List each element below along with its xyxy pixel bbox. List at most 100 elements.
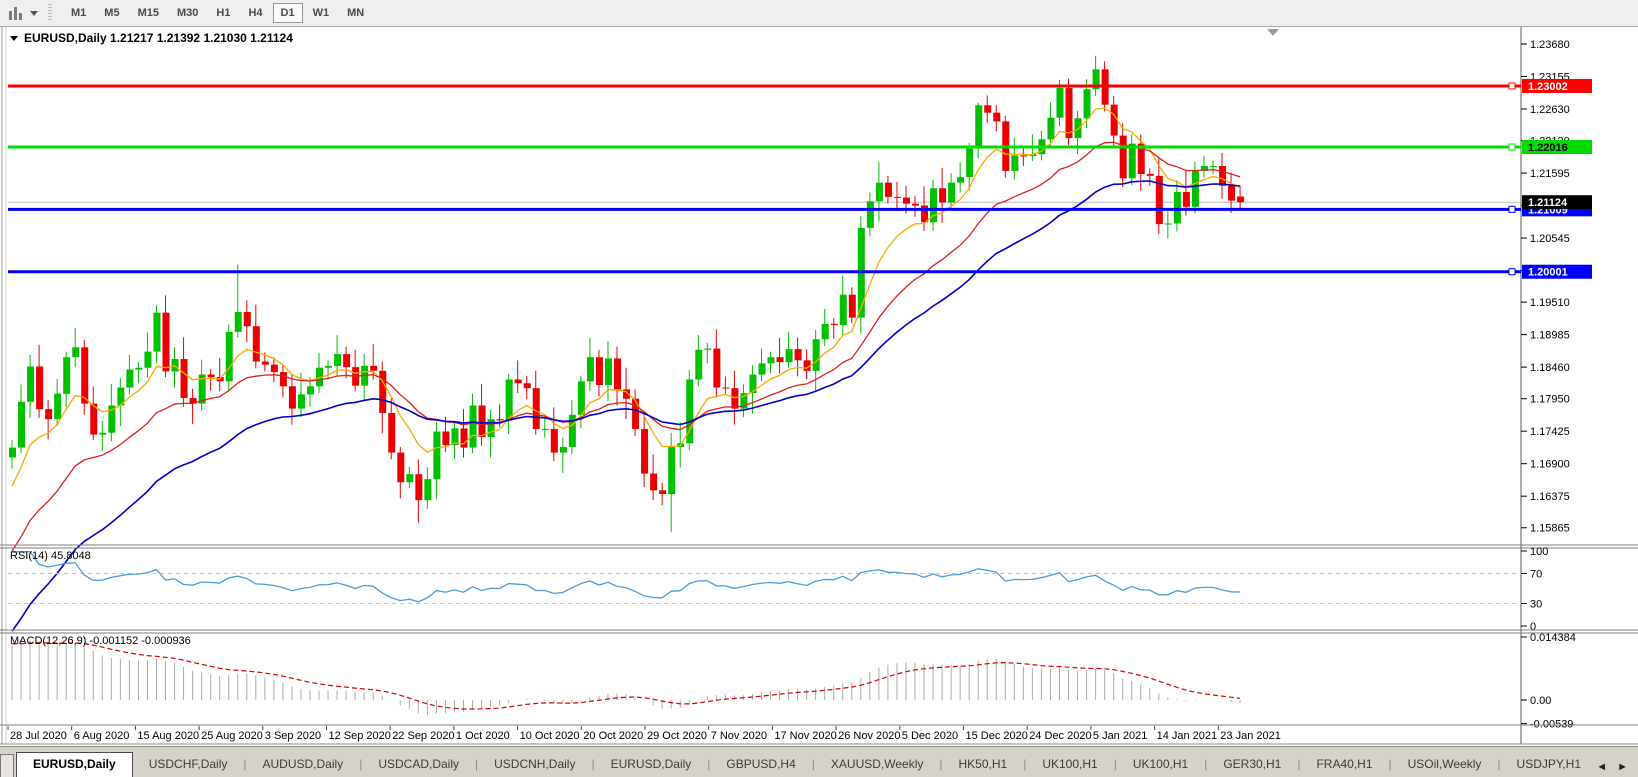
price-axis-label: 1.20545 [1530, 233, 1570, 245]
price-axis-label: 1.18985 [1530, 330, 1570, 342]
date-axis-label: 15 Aug 2020 [137, 730, 199, 742]
rsi-axis-label: 30 [1530, 599, 1542, 611]
chart-tab-bar: EURUSD,DailyUSDCHF,Daily|AUDUSD,Daily|US… [0, 746, 1638, 777]
candle-body [632, 399, 639, 429]
level-price-tag-label: 1.23002 [1528, 81, 1568, 93]
chart-type-icon[interactable] [8, 6, 24, 20]
level-line-handle [1509, 206, 1515, 212]
chevron-down-icon[interactable] [30, 11, 38, 16]
candle-body [153, 313, 160, 352]
candle-body [831, 324, 838, 325]
candle-body [560, 447, 567, 453]
chart-tab-6[interactable]: GBPUSD,H4 [710, 753, 811, 777]
level-price-tag-label: 1.20001 [1528, 267, 1568, 279]
date-axis-label: 22 Sep 2020 [392, 730, 454, 742]
candle-body [181, 359, 188, 398]
candle-body [1084, 89, 1091, 118]
symbol-dropdown-icon[interactable] [10, 36, 18, 41]
candle-body [289, 386, 296, 408]
candle-body [984, 105, 991, 112]
chart-tab-13[interactable]: USOil,Weekly [1392, 753, 1498, 777]
candle-body [1219, 166, 1226, 186]
candle-body [99, 433, 106, 435]
macd-axis-label: 0.014384 [1530, 632, 1576, 644]
timeframe-button-d1[interactable]: D1 [273, 3, 303, 23]
date-axis-label: 1 Oct 2020 [456, 730, 510, 742]
timeframe-button-m5[interactable]: M5 [96, 3, 127, 23]
candle-body [1147, 174, 1154, 176]
candle-body [903, 198, 910, 204]
candle-body [253, 326, 260, 361]
candle-body [470, 405, 477, 447]
chart-tab-2[interactable]: AUDUSD,Daily [247, 753, 360, 777]
candle-body [641, 429, 648, 474]
level-price-tag-label: 1.22016 [1528, 142, 1568, 154]
chart-tab-0[interactable]: EURUSD,Daily [16, 752, 133, 777]
date-axis-label: 17 Nov 2020 [774, 730, 836, 742]
price-axis-label: 1.15865 [1530, 523, 1570, 535]
candle-body [135, 368, 142, 370]
chart-tab-8[interactable]: HK50,H1 [942, 753, 1023, 777]
candle-body [226, 332, 233, 382]
candle-body [81, 347, 88, 403]
chart-tab-9[interactable]: UK100,H1 [1026, 753, 1113, 777]
candle-body [578, 381, 585, 414]
candle-body [876, 183, 883, 202]
candle-body [1129, 144, 1136, 179]
tab-stub [0, 754, 14, 777]
candle-body [975, 105, 982, 148]
chart-tab-1[interactable]: USDCHF,Daily [133, 753, 244, 777]
candle-body [479, 405, 486, 437]
chart-tab-12[interactable]: FRA40,H1 [1300, 753, 1388, 777]
candle-body [63, 357, 70, 394]
price-axis-label: 1.16900 [1530, 459, 1570, 471]
date-axis-label: 12 Sep 2020 [329, 730, 391, 742]
price-axis-label: 1.23680 [1530, 39, 1570, 51]
chart-tab-10[interactable]: UK100,H1 [1117, 753, 1204, 777]
timeframe-button-mn[interactable]: MN [339, 3, 372, 23]
candle-body [795, 349, 802, 360]
candle-body [777, 357, 784, 362]
timeframe-button-h4[interactable]: H4 [240, 3, 270, 23]
candle-body [9, 448, 16, 458]
candle-body [650, 474, 657, 491]
candle-body [1165, 224, 1172, 225]
candle-body [768, 357, 775, 363]
chart-tab-14[interactable]: USDJPY,H1 [1501, 753, 1591, 777]
candle-body [126, 370, 133, 388]
date-axis-label: 28 Jul 2020 [10, 730, 67, 742]
candle-body [45, 409, 52, 419]
timeframe-button-w1[interactable]: W1 [305, 3, 338, 23]
candle-body [894, 197, 901, 198]
price-axis-label: 1.21595 [1530, 168, 1570, 180]
date-axis-label: 5 Jan 2021 [1093, 730, 1147, 742]
candle-body [885, 183, 892, 197]
candle-body [587, 357, 594, 381]
price-chart-canvas[interactable]: 1.236801.231551.226301.221201.215951.210… [0, 0, 1638, 776]
chart-background [0, 26, 1638, 744]
chart-tab-5[interactable]: EURUSD,Daily [595, 753, 708, 777]
candle-body [849, 295, 856, 318]
timeframe-button-m30[interactable]: M30 [169, 3, 206, 23]
candle-body [1237, 196, 1244, 202]
tab-scroll-right-icon[interactable]: ► [1617, 761, 1628, 773]
candle-body [72, 347, 79, 357]
rsi-axis-label: 100 [1530, 546, 1548, 558]
timeframe-button-m1[interactable]: M1 [63, 3, 94, 23]
candle-body [524, 383, 531, 388]
candle-body [912, 204, 919, 206]
timeframe-button-m15[interactable]: M15 [130, 3, 167, 23]
timeframe-button-h1[interactable]: H1 [208, 3, 238, 23]
chart-tab-7[interactable]: XAUUSD,Weekly [815, 753, 939, 777]
candle-body [27, 366, 34, 401]
candle-body [298, 394, 305, 408]
chart-tab-3[interactable]: USDCAD,Daily [362, 753, 475, 777]
chart-tab-11[interactable]: GER30,H1 [1207, 753, 1297, 777]
date-axis-label: 15 Dec 2020 [966, 730, 1028, 742]
date-axis-label: 3 Sep 2020 [265, 730, 321, 742]
toolbar-drag-handle[interactable] [48, 4, 52, 22]
tab-scroll-left-icon[interactable]: ◄ [1596, 761, 1607, 773]
candle-body [433, 431, 440, 479]
chart-tab-4[interactable]: USDCNH,Daily [478, 753, 591, 777]
candle-body [993, 113, 1000, 122]
